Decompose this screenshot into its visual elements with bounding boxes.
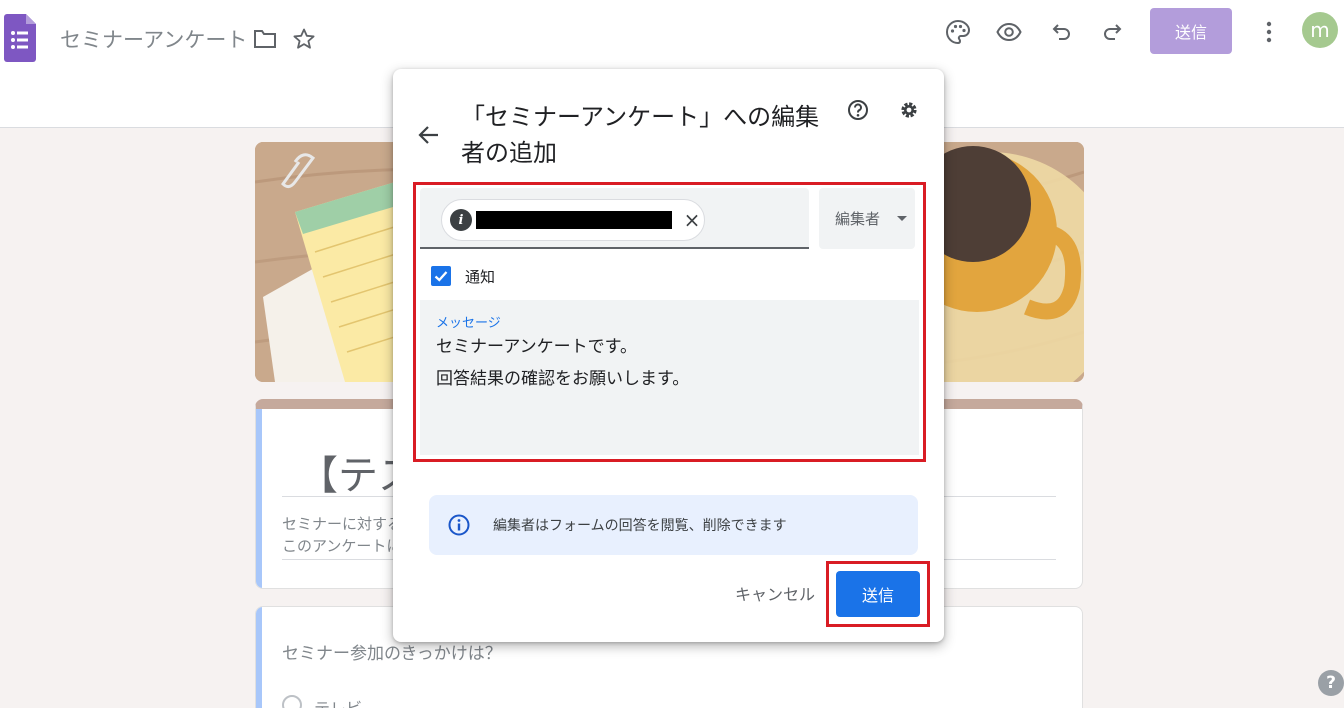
palette-icon[interactable] [945,19,971,45]
help-circle-icon[interactable] [845,97,871,123]
back-arrow-icon[interactable] [415,121,443,149]
forms-logo-icon[interactable] [4,14,36,62]
info-circle-icon [447,513,471,537]
notify-label: 通知 [465,267,496,286]
highlight-box-send: 送信 [826,561,930,627]
add-people-input[interactable]: i × [420,188,809,249]
redo-icon[interactable] [1099,19,1125,45]
add-editors-dialog: 「セミナーアンケート」への編集者の追加 i × 編集者 通知 メッセージ セミナ… [393,69,944,642]
gear-icon[interactable] [896,97,922,123]
option-label: テレビ [314,695,362,708]
send-button-top[interactable]: 送信 [1150,8,1232,54]
chip-remove-button[interactable]: × [680,208,704,232]
folder-icon[interactable] [252,26,278,52]
description-line: このアンケートに [282,537,402,555]
question-text: セミナー参加のきっかけは？ [282,644,502,664]
preview-eye-icon[interactable] [996,19,1022,45]
redacted-email [476,211,672,229]
message-label: メッセージ [436,316,501,331]
star-icon[interactable] [291,26,317,52]
person-chip[interactable]: i × [441,199,705,241]
message-line: 回答結果の確認をお願いします。 [436,369,690,389]
form-description[interactable]: セミナーに対する このアンケートに [282,513,402,557]
highlight-box-share-settings: i × 編集者 通知 メッセージ セミナーアンケートです。 回答結果の確認をお願… [413,182,926,462]
document-title[interactable]: セミナーアンケート [60,24,247,54]
notify-row[interactable]: 通知 [431,264,495,288]
active-bar [256,607,262,708]
role-value: 編集者 [835,210,881,228]
role-dropdown[interactable]: 編集者 [819,188,915,249]
editor-info-banner: 編集者はフォームの回答を閲覧、削除できます [429,495,918,555]
message-textarea[interactable]: メッセージ セミナーアンケートです。 回答結果の確認をお願いします。 [420,300,919,455]
more-vert-icon[interactable] [1256,19,1282,45]
notify-checkbox[interactable] [431,266,451,286]
account-avatar[interactable]: m [1302,12,1338,48]
description-line: セミナーに対する [282,515,403,533]
help-icon[interactable]: ? [1318,670,1344,696]
dialog-title: 「セミナーアンケート」への編集者の追加 [461,103,820,167]
cancel-button[interactable]: キャンセル [729,577,821,609]
dropdown-arrow-icon [897,216,907,221]
info-icon: i [450,209,472,231]
send-button[interactable]: 送信 [836,571,920,617]
radio-button[interactable] [282,695,302,708]
active-bar [256,409,262,588]
info-text: 編集者はフォームの回答を閲覧、削除できます [493,518,787,534]
undo-icon[interactable] [1049,19,1075,45]
message-line: セミナーアンケートです。 [436,337,637,357]
